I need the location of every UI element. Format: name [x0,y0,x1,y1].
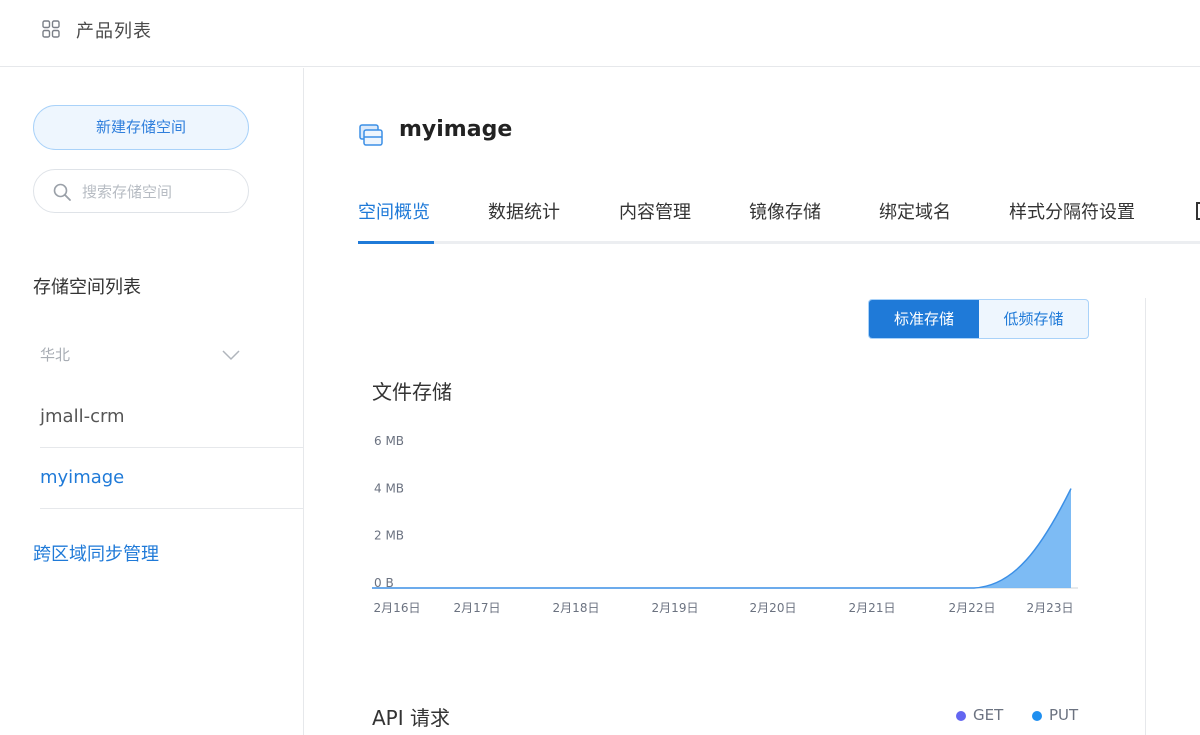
legend-get-dot [956,711,966,721]
region-label: 华北 [40,346,71,364]
legend-get-label: GET [973,706,1004,724]
x-tick-label: 2月22日 [949,601,996,615]
sidebar: 新建存储空间 存储空间列表 华北 jmall-crm myimage 跨区域同步… [0,68,304,735]
tab-style-separator[interactable]: 样式分隔符设置 [1009,198,1135,224]
tab-content-management[interactable]: 内容管理 [619,198,691,224]
legend-put-label: PUT [1049,706,1079,724]
search-icon [53,183,71,201]
tab-mirror-storage[interactable]: 镜像存储 [749,198,821,224]
api-requests-title: API 请求 [372,706,450,730]
y-tick-label: 2 MB [374,529,404,543]
tab-bind-domain[interactable]: 绑定域名 [879,198,951,224]
bucket-list-heading: 存储空间列表 [33,277,141,298]
storage-area [372,488,1071,588]
tab-bar: 空间概览 数据统计 内容管理 镜像存储 绑定域名 样式分隔符设置 [358,188,1200,244]
x-tick-label: 2月23日 [1027,601,1074,615]
x-tick-label: 2月19日 [652,601,699,615]
grid-icon[interactable] [42,20,60,38]
bucket-folder-icon [359,124,383,146]
product-list-title[interactable]: 产品列表 [76,17,152,43]
file-storage-title: 文件存储 [372,380,452,404]
legend-get[interactable]: GET [956,706,1016,726]
active-tab-indicator [358,241,434,244]
content-divider [1145,298,1146,735]
storage-line [372,488,1072,589]
x-tick-label: 2月18日 [553,601,600,615]
y-tick-label: 6 MB [374,434,404,448]
bucket-search-input[interactable] [82,178,242,206]
tab-statistics[interactable]: 数据统计 [488,198,560,224]
x-tick-label: 2月20日 [750,601,797,615]
new-bucket-button[interactable]: 新建存储空间 [33,105,249,150]
bucket-title: myimage [399,117,513,142]
bucket-item-myimage[interactable]: myimage [40,449,303,509]
x-tick-label: 2月16日 [374,601,421,615]
region-selector[interactable]: 华北 [40,340,250,372]
x-tick-label: 2月21日 [849,601,896,615]
more-tabs-icon[interactable] [1196,202,1200,220]
file-storage-chart: 0 B2 MB4 MB6 MB2月16日 2月17日 2月18日 2月19日 2月20日… [372,434,1078,615]
legend-put[interactable]: PUT [1032,706,1092,726]
legend-put-dot [1032,711,1042,721]
bucket-search-box[interactable] [33,169,249,213]
x-tick-label: 2月17日 [454,601,501,615]
bucket-item-jmall-crm[interactable]: jmall-crm [40,388,303,448]
bucket-item-label: jmall-crm [40,406,125,427]
chevron-down-icon [222,350,240,361]
tab-overview[interactable]: 空间概览 [358,198,430,224]
top-bar: 产品列表 [0,0,1200,67]
infrequent-storage-button[interactable]: 低频存储 [979,300,1088,338]
cross-region-sync-link[interactable]: 跨区域同步管理 [33,540,159,566]
bucket-item-label: myimage [40,467,125,488]
storage-type-toggle: 标准存储 低频存储 [868,299,1089,339]
standard-storage-button[interactable]: 标准存储 [869,300,979,338]
y-tick-label: 4 MB [374,481,404,495]
